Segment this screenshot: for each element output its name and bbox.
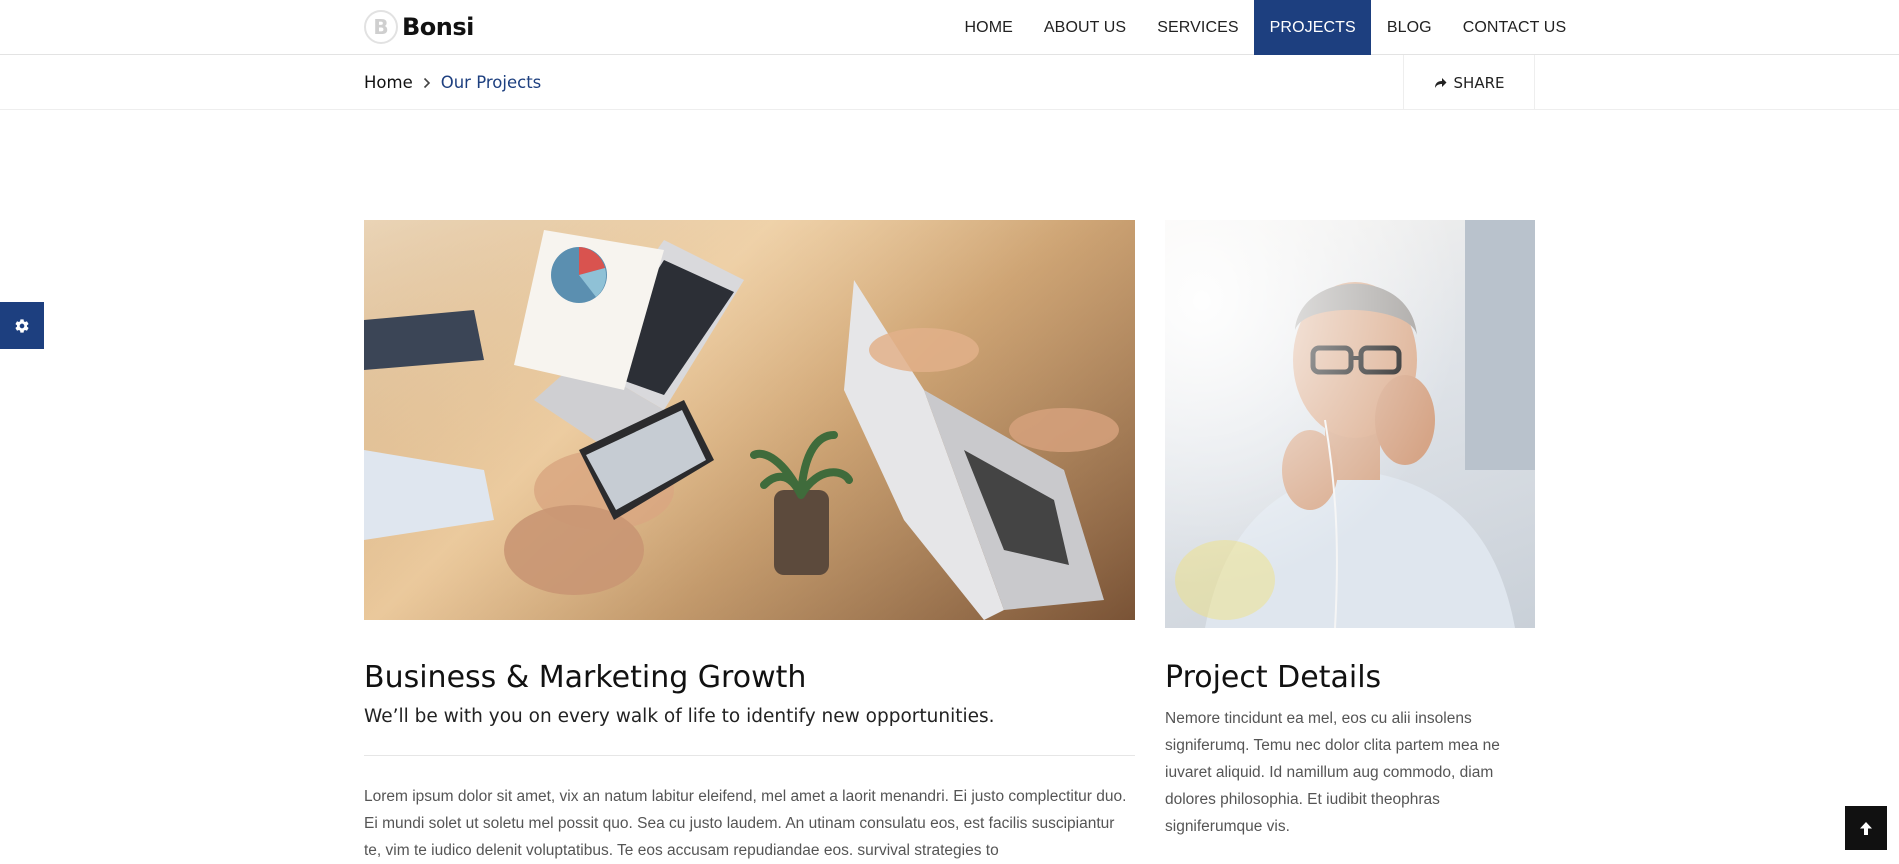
project-details-text: Nemore tincidunt ea mel, eos cu alii ins… xyxy=(1165,710,1500,835)
man-portrait-illustration xyxy=(1165,220,1535,628)
arrow-up-icon xyxy=(1860,821,1872,835)
project-side-image xyxy=(1165,220,1535,628)
share-button[interactable]: SHARE xyxy=(1403,55,1535,110)
breadcrumb-current: Our Projects xyxy=(440,73,542,92)
nav-item-home[interactable]: HOME xyxy=(949,0,1028,55)
settings-toggle-button[interactable] xyxy=(0,302,44,349)
back-to-top-button[interactable] xyxy=(1845,806,1887,850)
gear-icon xyxy=(15,318,29,333)
site-header: B Bonsi HOME ABOUT US SERVICES PROJECTS … xyxy=(0,0,1899,55)
breadcrumb: Home Our Projects xyxy=(364,55,541,110)
project-body-text: Lorem ipsum dolor sit amet, vix an natum… xyxy=(364,788,1127,859)
chevron-right-icon xyxy=(423,77,431,89)
nav-item-services[interactable]: SERVICES xyxy=(1142,0,1254,55)
share-label: SHARE xyxy=(1453,73,1505,92)
logo-mark-icon: B xyxy=(364,10,398,44)
nav-item-about-us[interactable]: ABOUT US xyxy=(1028,0,1141,55)
nav-item-blog[interactable]: BLOG xyxy=(1371,0,1447,55)
breadcrumb-home-link[interactable]: Home xyxy=(364,73,413,92)
nav-item-projects[interactable]: PROJECTS xyxy=(1254,0,1372,55)
project-main-image xyxy=(364,220,1135,620)
breadcrumb-bar: Home Our Projects SHARE xyxy=(0,55,1899,110)
project-details-title: Project Details xyxy=(1165,660,1382,695)
project-subtitle: We’ll be with you on every walk of life … xyxy=(364,706,995,727)
share-icon xyxy=(1434,77,1447,88)
meeting-table-illustration xyxy=(364,220,1135,620)
logo[interactable]: B Bonsi xyxy=(364,9,474,45)
brand-name: Bonsi xyxy=(402,13,474,41)
nav-item-contact-us[interactable]: CONTACT US xyxy=(1447,0,1582,55)
main-nav: HOME ABOUT US SERVICES PROJECTS BLOG CON… xyxy=(949,0,1582,55)
divider xyxy=(364,755,1135,756)
project-title: Business & Marketing Growth xyxy=(364,660,807,695)
